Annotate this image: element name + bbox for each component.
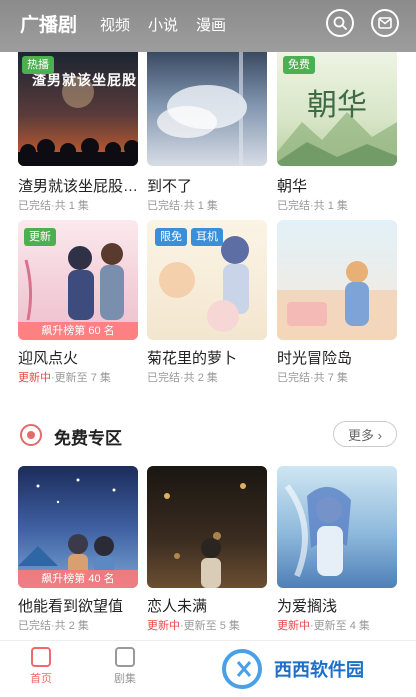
home-icon [31, 647, 51, 667]
card-title: 渣男就该坐屁股… [18, 178, 139, 195]
section-title: 免费专区 [54, 429, 122, 448]
cover-image: 飙升榜第 40 名 [18, 466, 138, 588]
card-title: 到不了 [147, 178, 193, 195]
list-icon [115, 647, 135, 667]
hot-badge: 热播 [22, 56, 54, 74]
cover-image [277, 466, 397, 588]
nav-episodes[interactable]: 剧集 [100, 647, 150, 686]
free-badge: 免费 [283, 56, 315, 74]
card-title: 恋人未满 [147, 598, 208, 615]
card-meta: 已完结·共 1 集 [277, 200, 348, 212]
card-meta: 已完结·共 2 集 [18, 620, 89, 632]
card-title: 他能看到欲望值 [18, 598, 124, 615]
card-meta: 已完结·共 1 集 [147, 200, 218, 212]
card-title: 时光冒险岛 [277, 350, 353, 367]
card-title: 菊花里的萝卜 [147, 350, 238, 367]
card-meta: 更新中·更新至 4 集 [277, 620, 370, 632]
more-button[interactable]: 更多 › [333, 421, 397, 447]
nav-home-label: 首页 [30, 673, 52, 685]
card-meta: 更新中·更新至 5 集 [147, 620, 240, 632]
card-meta: 已完结·共 1 集 [18, 200, 89, 212]
card-meta: 更新中·更新至 7 集 [18, 372, 111, 384]
card-meta: 已完结·共 2 集 [147, 372, 218, 384]
card-title: 迎风点火 [18, 350, 79, 367]
tab-novel[interactable]: 小说 [148, 14, 178, 35]
nav-episodes-label: 剧集 [114, 673, 136, 685]
cover-image [147, 52, 267, 166]
tab-comic[interactable]: 漫画 [196, 14, 226, 35]
mail-icon [378, 17, 392, 29]
free-zone-icon [20, 424, 42, 446]
cover-title-text: 朝华 [307, 88, 367, 123]
card-title: 朝华 [277, 178, 308, 195]
message-button[interactable] [371, 9, 399, 37]
rank-strip: 飙升榜第 60 名 [18, 322, 138, 340]
cover-image [277, 220, 397, 340]
search-button[interactable] [326, 9, 354, 37]
top-header: 广播剧 视频 小说 漫画 [0, 0, 416, 52]
limited-free-badge: 限免 [155, 228, 187, 246]
nav-home[interactable]: 首页 [16, 647, 66, 686]
tab-video[interactable]: 视频 [100, 14, 130, 35]
cover-image [147, 466, 267, 588]
rank-strip: 飙升榜第 40 名 [18, 570, 138, 588]
tab-radio-drama[interactable]: 广播剧 [20, 10, 77, 37]
svg-text:西西软件园: 西西软件园 [274, 659, 364, 681]
search-icon [333, 16, 347, 30]
card-title: 为爱搁浅 [277, 598, 338, 615]
watermark-logo: 西西软件园 [216, 646, 412, 692]
update-badge: 更新 [24, 228, 56, 246]
headphone-badge: 耳机 [191, 228, 223, 246]
card-meta: 已完结·共 7 集 [277, 372, 348, 384]
